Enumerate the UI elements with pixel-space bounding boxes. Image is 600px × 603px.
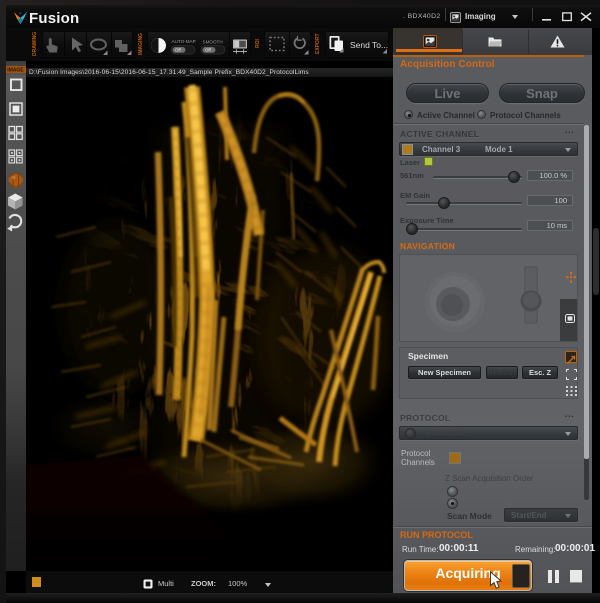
svg-text:AUTO-MAP: AUTO-MAP <box>172 39 196 44</box>
svg-text:Send To...: Send To... <box>350 40 388 50</box>
svg-text:Off: Off <box>205 48 211 53</box>
svg-text:IMAGE: IMAGE <box>7 67 24 73</box>
svg-text:SMOOTH: SMOOTH <box>203 39 223 44</box>
svg-text:Off: Off <box>175 48 181 53</box>
